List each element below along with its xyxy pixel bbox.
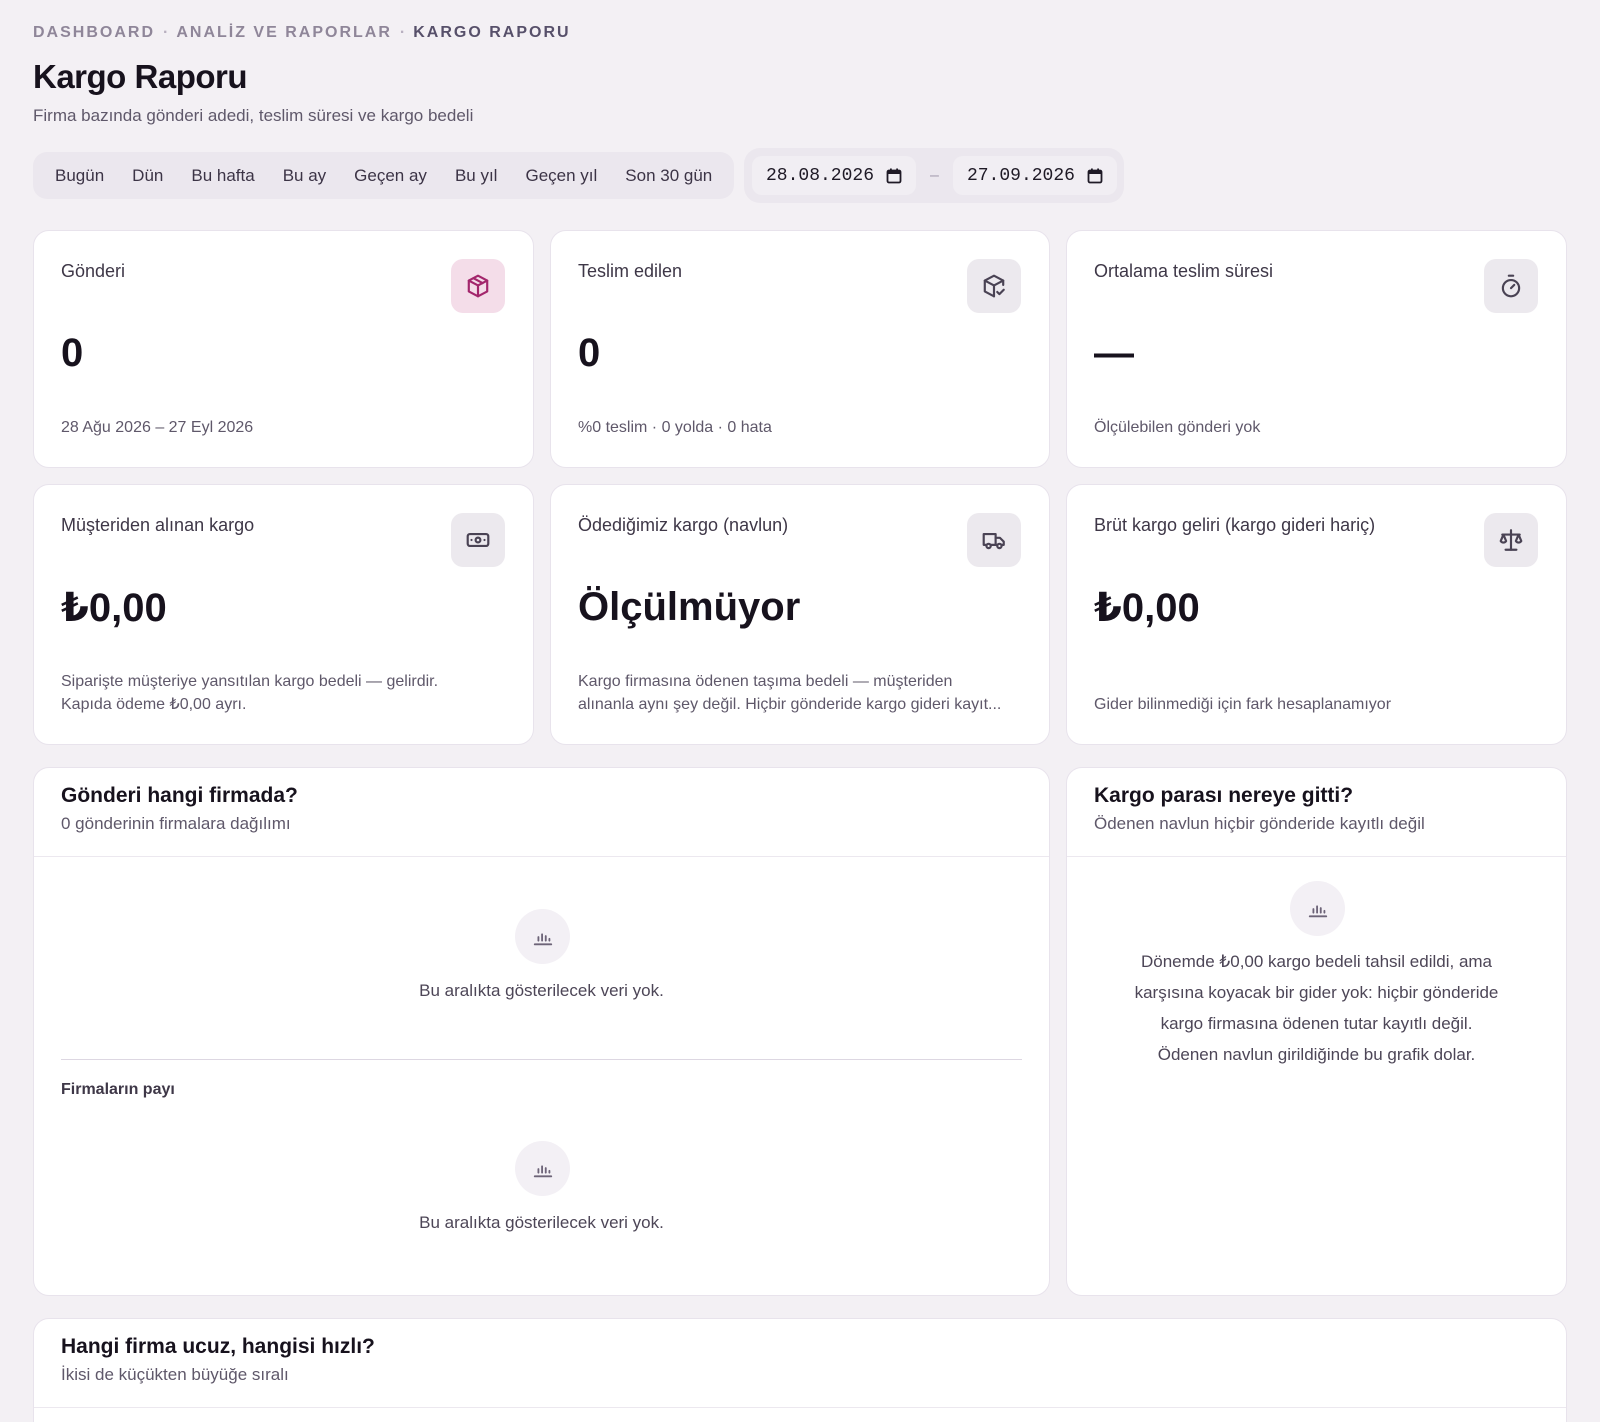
panel-subtitle: İkisi de küçükten büyüğe sıralı (61, 1365, 289, 1384)
breadcrumb-analytics[interactable]: ANALİZ VE RAPORLAR (176, 24, 392, 42)
date-range-picker: 28.08.2026 – 27.09.2026 (744, 148, 1124, 203)
package-icon (451, 259, 505, 313)
range-today-button[interactable]: Bugün (41, 158, 118, 194)
stat-foot-line: Siparişte müşteriye yansıtılan kargo bed… (61, 673, 439, 690)
range-presets: Bugün Dün Bu hafta Bu ay Geçen ay Bu yıl… (33, 152, 735, 199)
carrier-share-label: Firmaların payı (61, 1081, 175, 1098)
page-subtitle: Firma bazında gönderi adedi, teslim süre… (33, 106, 474, 125)
stat-value: ₺0,00 (61, 586, 167, 630)
stat-label: Gönderi (61, 261, 126, 281)
stat-foot: Gider bilinmediği için fark hesaplanamıy… (1094, 696, 1392, 713)
money-note-line: kargo firmasına ödenen tutar kayıtlı değ… (1160, 1014, 1473, 1033)
stat-foot-line: Kargo firmasına ödenen taşıma bedeli — m… (578, 673, 953, 690)
stat-card-shipments: Gönderi 0 28 Ağu 2026 – 27 Eyl 2026 (33, 230, 534, 468)
empty-state-text: Bu aralıkta gösterilecek veri yok. (419, 1213, 664, 1232)
bar-chart-icon (515, 909, 570, 964)
stat-label: Ortalama teslim süresi (1094, 261, 1274, 281)
stat-foot: %0 teslim · 0 yolda · 0 hata (578, 419, 772, 436)
range-last-year-button[interactable]: Geçen yıl (511, 158, 611, 194)
money-note-line: Dönemde ₺0,00 kargo bedeli tahsil edildi… (1140, 952, 1493, 971)
stat-card-avg-delivery: Ortalama teslim süresi — Ölçülebilen gön… (1066, 230, 1567, 468)
stat-label: Brüt kargo geliri (kargo gideri hariç) (1094, 515, 1376, 535)
stat-foot-line: alınanla aynı şey değil. Hiçbir gönderid… (578, 696, 1002, 713)
stat-value: ₺0,00 (1094, 586, 1200, 630)
stat-foot-line: Kapıda ödeme ₺0,00 ayrı. (61, 696, 247, 713)
range-yesterday-button[interactable]: Dün (118, 158, 177, 194)
stat-foot: Siparişte müşteriye yansıtılan kargo bed… (61, 670, 507, 716)
page: DASHBOARD · ANALİZ VE RAPORLAR · KARGO R… (0, 0, 1600, 1422)
page-title: Kargo Raporu (33, 58, 248, 95)
banknote-icon (451, 513, 505, 567)
shipping-money-panel: Kargo parası nereye gitti? Ödenen navlun… (1066, 767, 1567, 1296)
stat-value: Ölçülmüyor (578, 585, 801, 629)
range-last-month-button[interactable]: Geçen ay (340, 158, 441, 194)
date-range-separator: – (930, 166, 939, 184)
stat-label: Müşteriden alınan kargo (61, 515, 255, 535)
carrier-distribution-panel: Gönderi hangi firmada? 0 gönderinin firm… (33, 767, 1050, 1296)
panel-subtitle: 0 gönderinin firmalara dağılımı (61, 814, 291, 833)
end-date-input[interactable]: 27.09.2026 (952, 156, 1117, 195)
calendar-icon[interactable] (1087, 168, 1103, 184)
end-date-value: 27.09.2026 (966, 165, 1075, 186)
carrier-compare-panel: Hangi firma ucuz, hangisi hızlı? İkisi d… (33, 1318, 1567, 1422)
stat-value: — (1094, 331, 1134, 375)
stat-card-customer-shipping: Müşteriden alınan kargo ₺0,00 Siparişte … (33, 484, 534, 745)
stopwatch-icon (1484, 259, 1538, 313)
range-last-30-days-button[interactable]: Son 30 gün (611, 158, 726, 194)
breadcrumb-dashboard[interactable]: DASHBOARD (33, 24, 155, 42)
panel-subtitle: Ödenen navlun hiçbir gönderide kayıtlı d… (1094, 814, 1425, 833)
truck-icon (967, 513, 1021, 567)
scale-icon (1484, 513, 1538, 567)
empty-state-text: Bu aralıkta gösterilecek veri yok. (419, 981, 664, 1000)
range-this-month-button[interactable]: Bu ay (269, 158, 340, 194)
stat-foot: Ölçülebilen gönderi yok (1094, 419, 1261, 436)
panel-header: Gönderi hangi firmada? 0 gönderinin firm… (34, 768, 1049, 857)
breadcrumb-separator: · (399, 24, 406, 41)
stat-card-delivered: Teslim edilen 0 %0 teslim · 0 yolda · 0 … (550, 230, 1050, 468)
range-this-week-button[interactable]: Bu hafta (177, 158, 268, 194)
calendar-icon[interactable] (886, 168, 902, 184)
stat-card-gross-shipping: Brüt kargo geliri (kargo gideri hariç) ₺… (1066, 484, 1567, 745)
panel-title: Kargo parası nereye gitti? (1094, 784, 1354, 807)
breadcrumb-current: KARGO RAPORU (413, 24, 571, 41)
divider (61, 1059, 1022, 1060)
stat-value: 0 (61, 331, 84, 375)
breadcrumb-separator: · (163, 24, 169, 41)
start-date-value: 28.08.2026 (766, 165, 875, 186)
stat-foot: 28 Ağu 2026 – 27 Eyl 2026 (61, 419, 254, 436)
bar-chart-icon (515, 1141, 570, 1196)
panel-header: Hangi firma ucuz, hangisi hızlı? İkisi d… (34, 1319, 1566, 1408)
panel-title: Hangi firma ucuz, hangisi hızlı? (61, 1335, 375, 1358)
stat-foot: Kargo firmasına ödenen taşıma bedeli — m… (578, 670, 1023, 716)
stat-label: Ödediğimiz kargo (navlun) (578, 515, 789, 535)
panel-title: Gönderi hangi firmada? (61, 784, 298, 807)
stat-value: 0 (578, 331, 601, 375)
money-note-line: Ödenen navlun girildiğinde bu grafik dol… (1157, 1045, 1476, 1064)
stat-label: Teslim edilen (578, 261, 683, 281)
package-check-icon (967, 259, 1021, 313)
stat-card-paid-freight: Ödediğimiz kargo (navlun) Ölçülmüyor Kar… (550, 484, 1050, 745)
money-note: Dönemde ₺0,00 kargo bedeli tahsil edildi… (1107, 946, 1526, 1070)
panel-header: Kargo parası nereye gitti? Ödenen navlun… (1067, 768, 1566, 857)
start-date-input[interactable]: 28.08.2026 (752, 156, 917, 195)
range-this-year-button[interactable]: Bu yıl (441, 158, 512, 194)
breadcrumb: DASHBOARD · ANALİZ VE RAPORLAR · KARGO R… (33, 24, 571, 42)
money-note-line: karşısına koyacak bir gider yok: hiçbir … (1134, 983, 1499, 1002)
bar-chart-icon (1290, 881, 1345, 936)
